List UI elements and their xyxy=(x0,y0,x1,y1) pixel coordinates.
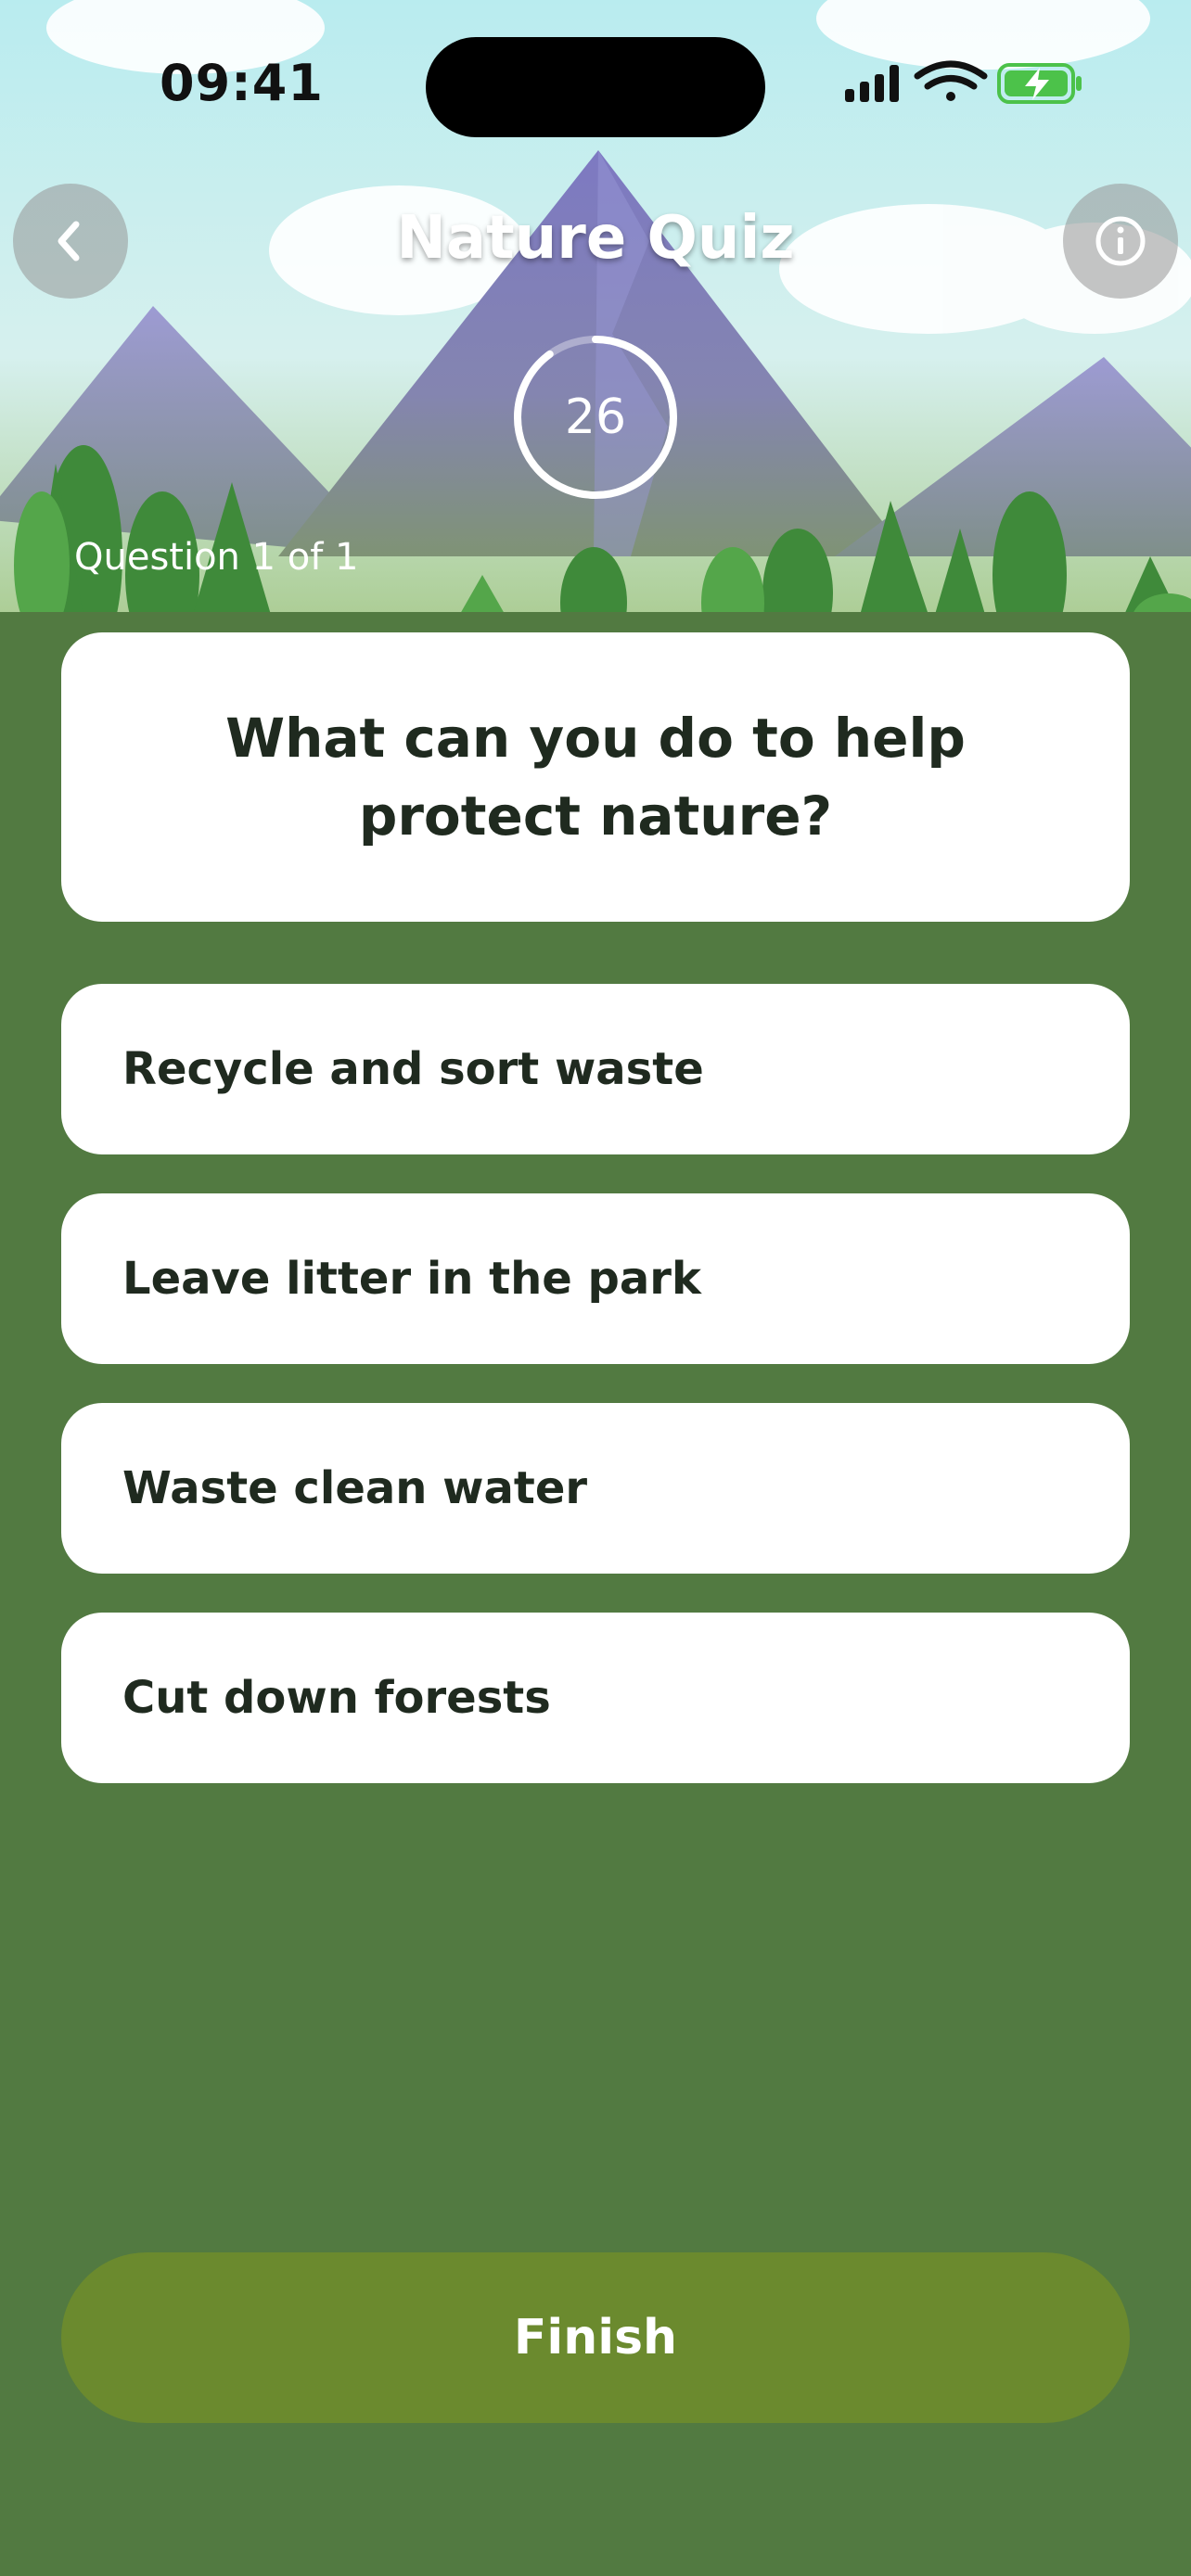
signal-icon xyxy=(845,65,899,102)
answer-option-label: Waste clean water xyxy=(122,1462,588,1514)
finish-button-label: Finish xyxy=(513,2310,678,2366)
question-text: What can you do to help protect nature? xyxy=(225,707,966,848)
timer-value: 26 xyxy=(564,389,627,445)
info-icon xyxy=(1095,216,1146,266)
answer-option[interactable]: Waste clean water xyxy=(61,1403,1130,1574)
finish-button[interactable]: Finish xyxy=(61,2252,1130,2423)
answer-option[interactable]: Leave litter in the park xyxy=(61,1193,1130,1364)
answer-option[interactable]: Cut down forests xyxy=(61,1613,1130,1783)
countdown-timer: 26 xyxy=(510,332,681,503)
page-title: Nature Quiz xyxy=(396,204,795,273)
info-button[interactable] xyxy=(1063,184,1178,299)
question-card: What can you do to help protect nature? xyxy=(61,632,1130,922)
battery-charging-icon xyxy=(997,63,1082,104)
answer-option-label: Cut down forests xyxy=(122,1672,551,1724)
dynamic-island xyxy=(426,37,765,137)
wifi-icon xyxy=(914,60,988,101)
answer-option[interactable]: Recycle and sort waste xyxy=(61,984,1130,1154)
answer-option-label: Recycle and sort waste xyxy=(122,1043,704,1095)
answer-option-label: Leave litter in the park xyxy=(122,1253,701,1305)
status-time: 09:41 xyxy=(160,54,324,112)
question-progress: Question 1 of 1 xyxy=(74,536,359,579)
status-icons xyxy=(839,59,1090,111)
